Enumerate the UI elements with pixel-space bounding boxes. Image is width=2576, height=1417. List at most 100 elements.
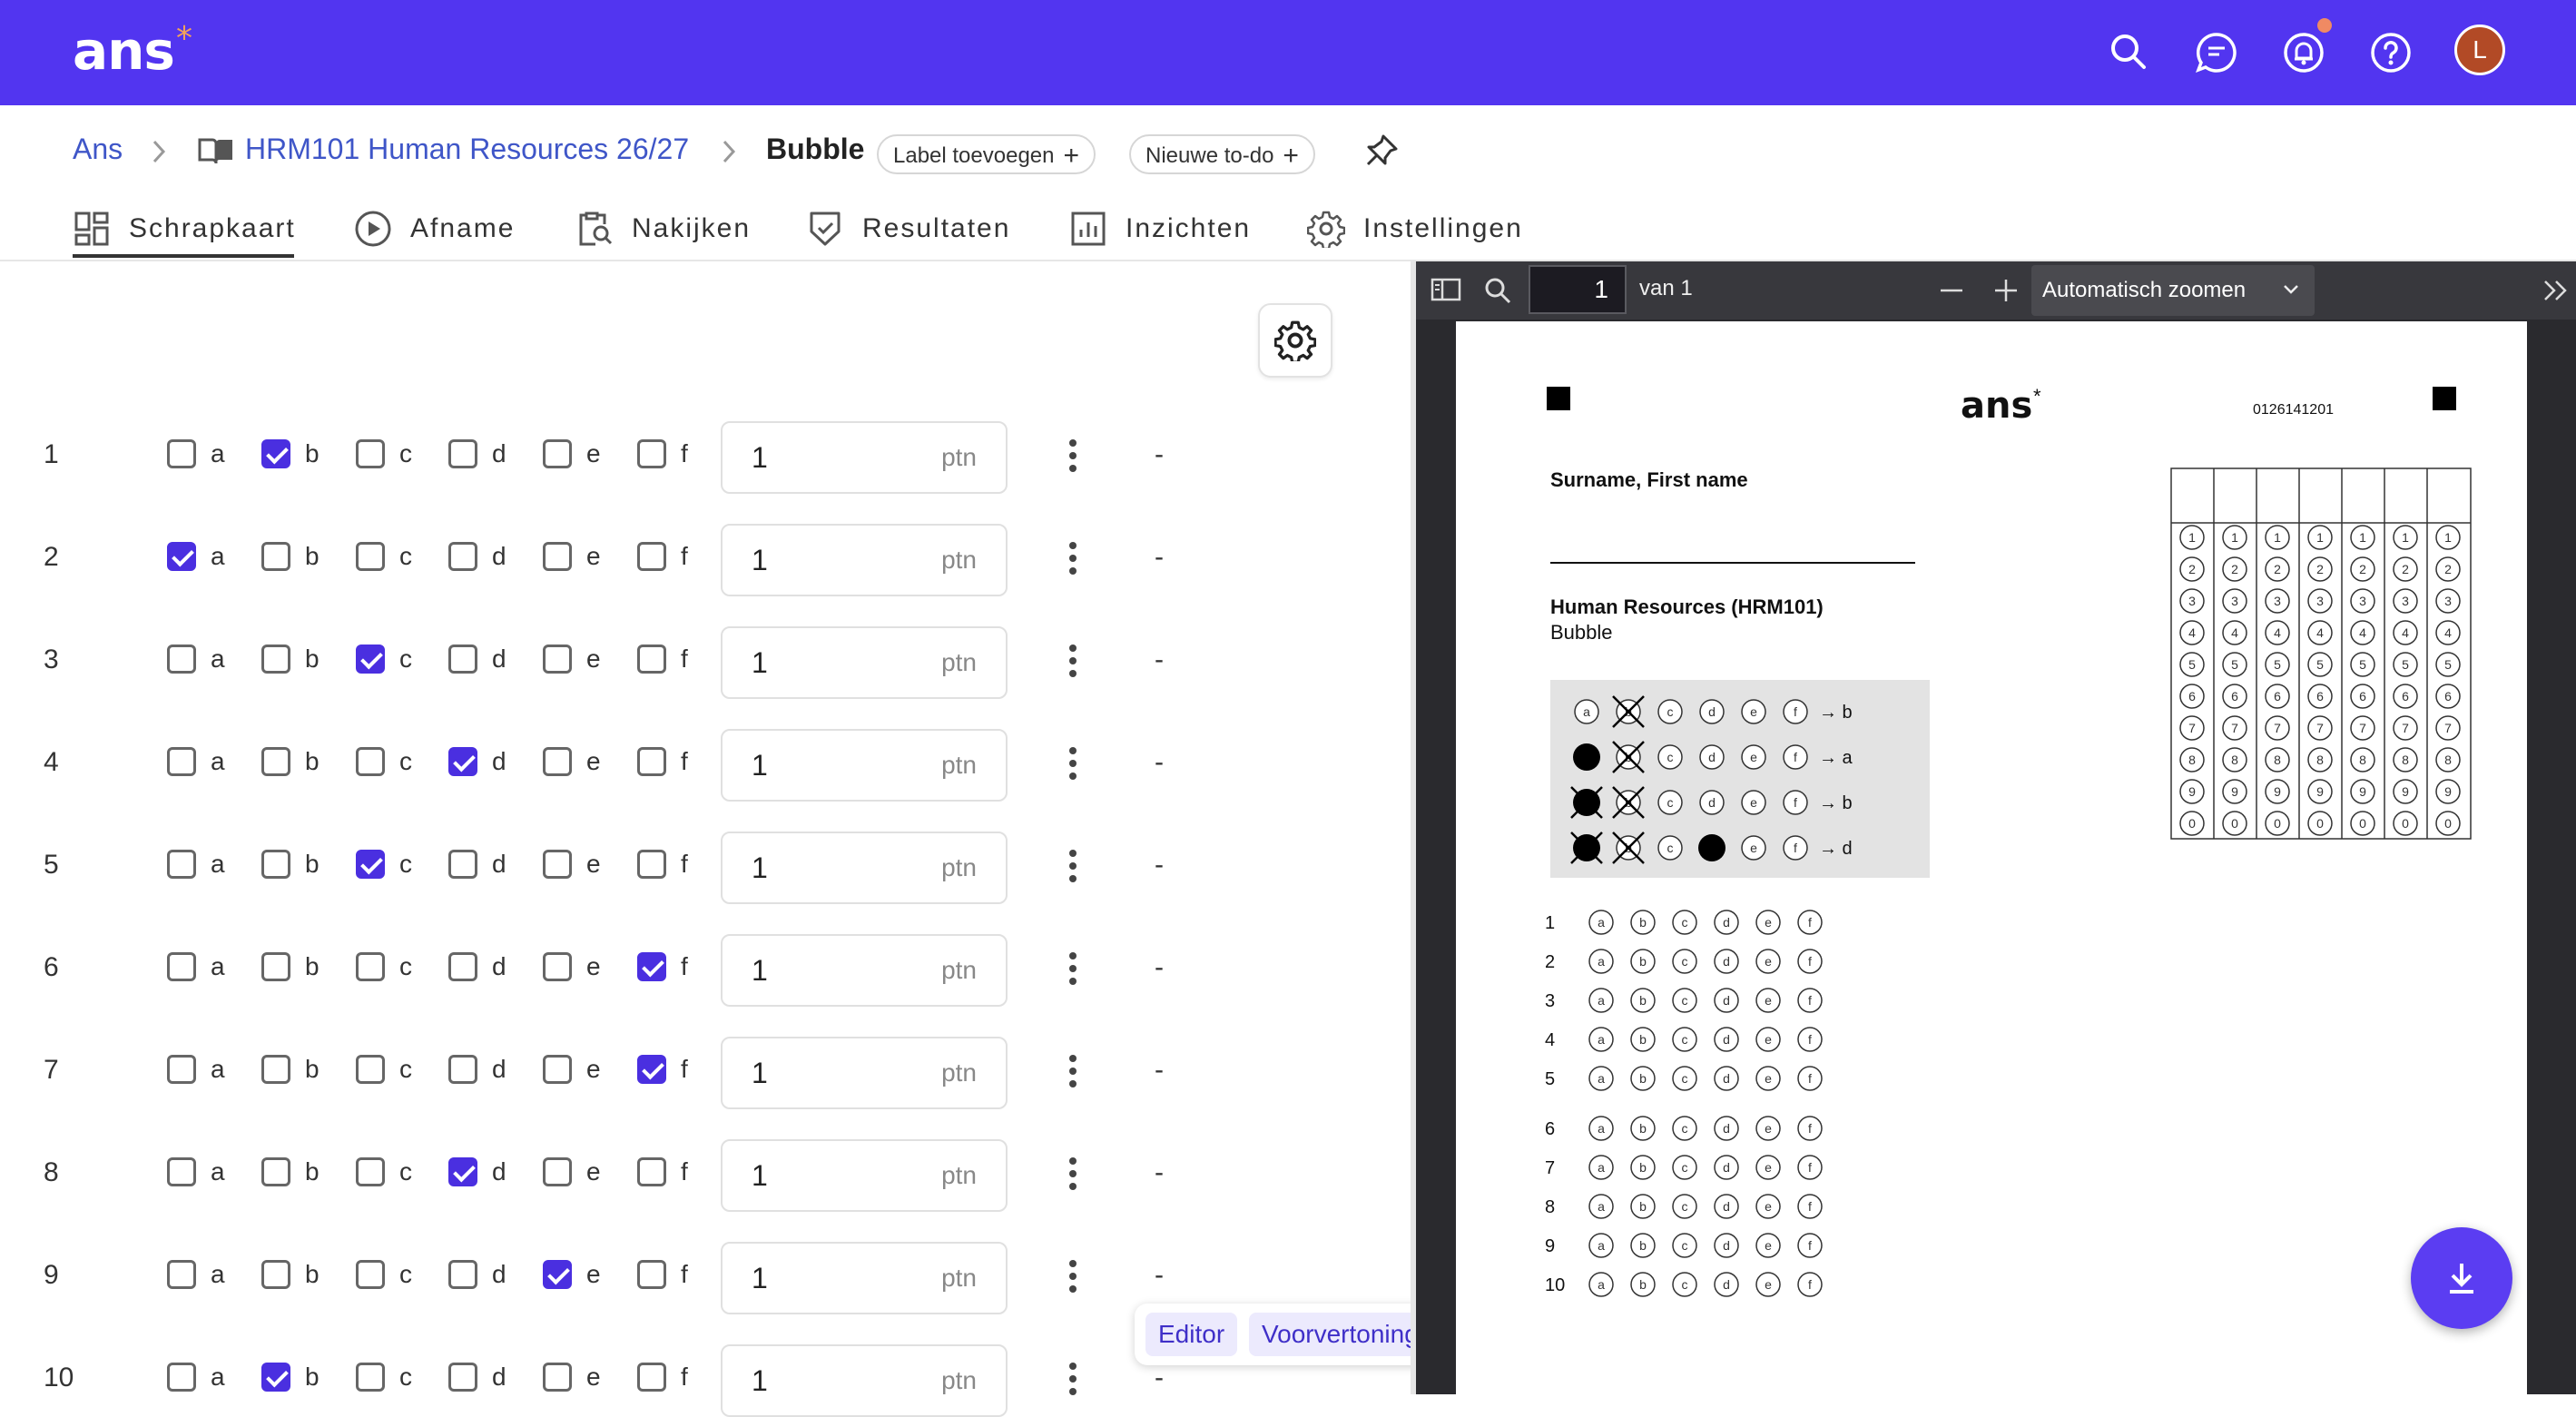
points-input[interactable]: 1 ptn (721, 1344, 1008, 1417)
option-b[interactable]: b (261, 542, 320, 571)
option-checkbox[interactable] (448, 747, 477, 776)
more-options-icon[interactable] (1062, 846, 1084, 890)
points-value[interactable]: 1 (752, 441, 768, 475)
option-e[interactable]: e (543, 747, 601, 776)
more-options-icon[interactable] (1062, 743, 1084, 787)
option-c[interactable]: c (356, 542, 412, 571)
option-checkbox[interactable] (543, 1157, 572, 1186)
tab-instellingen[interactable]: Instellingen (1307, 202, 1523, 256)
help-icon[interactable] (2364, 25, 2418, 80)
option-checkbox[interactable] (356, 850, 385, 879)
option-b[interactable]: b (261, 1157, 320, 1186)
option-e[interactable]: e (543, 850, 601, 879)
option-checkbox[interactable] (637, 542, 666, 571)
option-checkbox[interactable] (448, 542, 477, 571)
option-checkbox[interactable] (356, 1157, 385, 1186)
option-b[interactable]: b (261, 747, 320, 776)
points-input[interactable]: 1 ptn (721, 1037, 1008, 1109)
option-e[interactable]: e (543, 952, 601, 981)
page-number-input[interactable]: 1 (1529, 265, 1627, 314)
option-a[interactable]: a (167, 1260, 225, 1289)
option-checkbox[interactable] (261, 747, 290, 776)
option-f[interactable]: f (637, 1157, 688, 1186)
option-f[interactable]: f (637, 1260, 688, 1289)
zoom-out-icon[interactable] (1937, 276, 1966, 305)
more-options-icon[interactable] (1062, 641, 1084, 684)
points-input[interactable]: 1 ptn (721, 524, 1008, 596)
double-chevron-right-icon[interactable] (2540, 276, 2571, 305)
option-checkbox[interactable] (637, 1055, 666, 1084)
more-options-icon[interactable] (1062, 538, 1084, 582)
option-a[interactable]: a (167, 542, 225, 571)
option-checkbox[interactable] (356, 542, 385, 571)
option-e[interactable]: e (543, 542, 601, 571)
option-checkbox[interactable] (448, 439, 477, 468)
points-value[interactable]: 1 (752, 544, 768, 577)
option-d[interactable]: d (448, 747, 506, 776)
option-c[interactable]: c (356, 952, 412, 981)
option-checkbox[interactable] (167, 645, 196, 674)
option-checkbox[interactable] (543, 747, 572, 776)
option-checkbox[interactable] (543, 1363, 572, 1392)
option-checkbox[interactable] (637, 1260, 666, 1289)
zoom-select[interactable]: Automatisch zoomen (2031, 265, 2315, 316)
option-checkbox[interactable] (448, 850, 477, 879)
sheet-settings-button[interactable] (1258, 303, 1332, 378)
option-checkbox[interactable] (543, 439, 572, 468)
option-checkbox[interactable] (543, 1260, 572, 1289)
option-c[interactable]: c (356, 1260, 412, 1289)
option-c[interactable]: c (356, 1363, 412, 1392)
zoom-in-icon[interactable] (1991, 276, 2020, 305)
option-checkbox[interactable] (543, 850, 572, 879)
option-checkbox[interactable] (448, 1363, 477, 1392)
option-d[interactable]: d (448, 952, 506, 981)
editor-toggle-button[interactable]: Editor (1145, 1313, 1238, 1356)
points-value[interactable]: 1 (752, 954, 768, 988)
option-checkbox[interactable] (543, 645, 572, 674)
option-b[interactable]: b (261, 1055, 320, 1084)
option-checkbox[interactable] (261, 645, 290, 674)
more-options-icon[interactable] (1062, 949, 1084, 992)
option-checkbox[interactable] (448, 645, 477, 674)
option-d[interactable]: d (448, 439, 506, 468)
option-a[interactable]: a (167, 439, 225, 468)
search-icon[interactable] (1483, 276, 1512, 305)
option-f[interactable]: f (637, 952, 688, 981)
option-checkbox[interactable] (167, 850, 196, 879)
option-checkbox[interactable] (261, 1363, 290, 1392)
option-a[interactable]: a (167, 1363, 225, 1392)
option-checkbox[interactable] (637, 1157, 666, 1186)
option-a[interactable]: a (167, 747, 225, 776)
option-checkbox[interactable] (167, 542, 196, 571)
option-checkbox[interactable] (261, 439, 290, 468)
option-checkbox[interactable] (167, 439, 196, 468)
option-checkbox[interactable] (356, 747, 385, 776)
preview-toggle-button[interactable]: Voorvertoning (1249, 1313, 1431, 1356)
more-options-icon[interactable] (1062, 1256, 1084, 1300)
option-checkbox[interactable] (637, 645, 666, 674)
option-checkbox[interactable] (356, 645, 385, 674)
option-e[interactable]: e (543, 1157, 601, 1186)
download-button[interactable] (2411, 1227, 2512, 1329)
option-checkbox[interactable] (637, 747, 666, 776)
option-b[interactable]: b (261, 1363, 320, 1392)
option-checkbox[interactable] (637, 850, 666, 879)
option-checkbox[interactable] (261, 542, 290, 571)
option-checkbox[interactable] (356, 1363, 385, 1392)
comments-icon[interactable] (2189, 25, 2244, 80)
points-input[interactable]: 1 ptn (721, 626, 1008, 699)
sidebar-toggle-icon[interactable] (1431, 276, 1461, 303)
option-checkbox[interactable] (167, 1260, 196, 1289)
option-f[interactable]: f (637, 850, 688, 879)
option-f[interactable]: f (637, 645, 688, 674)
option-d[interactable]: d (448, 542, 506, 571)
points-value[interactable]: 1 (752, 1364, 768, 1398)
notifications-icon[interactable] (2276, 25, 2331, 80)
points-value[interactable]: 1 (752, 1057, 768, 1090)
breadcrumb-root[interactable]: Ans (73, 133, 123, 166)
option-a[interactable]: a (167, 952, 225, 981)
option-checkbox[interactable] (261, 952, 290, 981)
new-todo-button[interactable]: Nieuwe to-do + (1129, 134, 1315, 174)
option-f[interactable]: f (637, 1363, 688, 1392)
breadcrumb-course[interactable]: HRM101 Human Resources 26/27 (245, 133, 689, 166)
